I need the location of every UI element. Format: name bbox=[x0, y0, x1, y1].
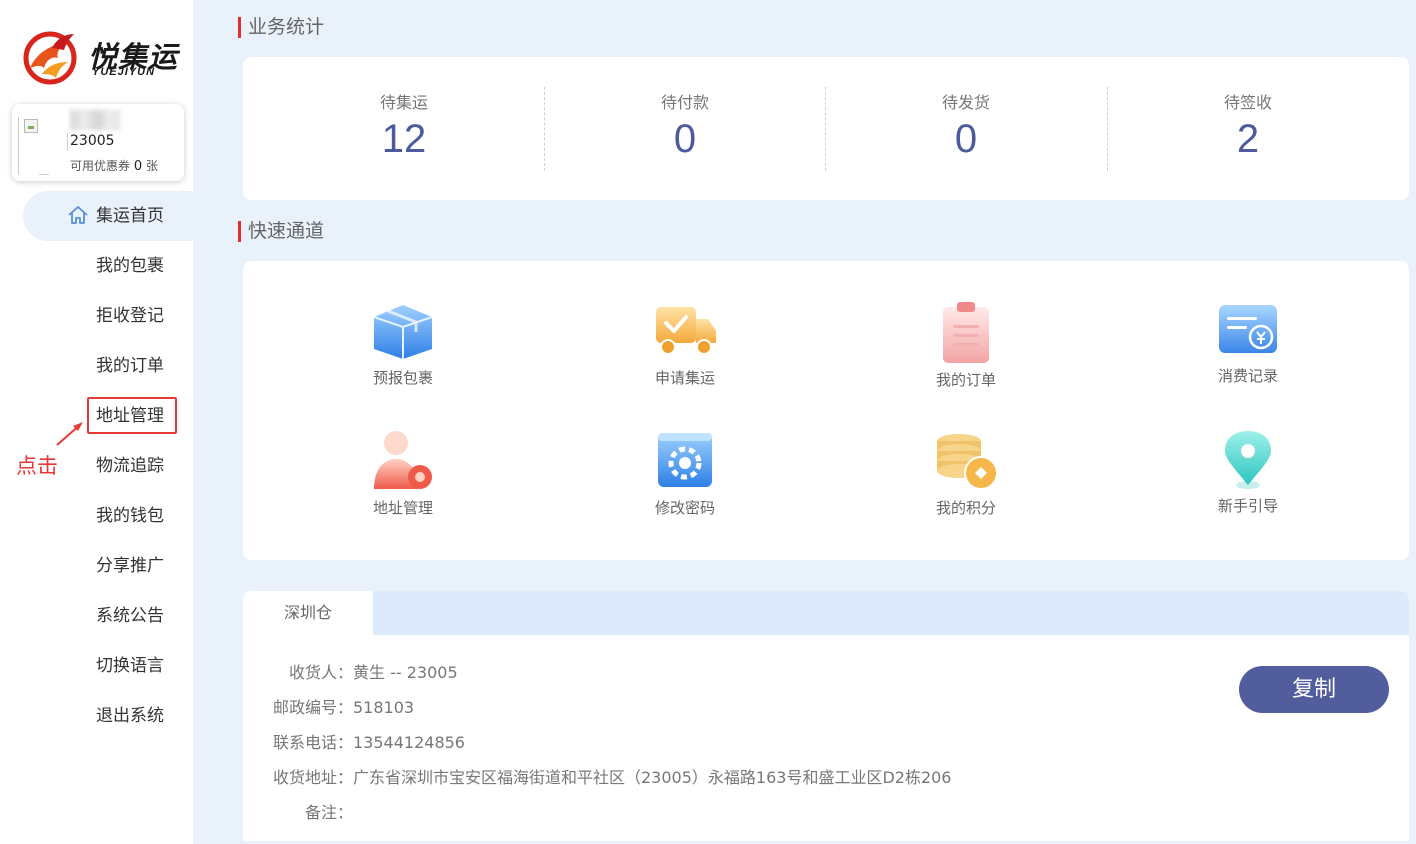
warehouse-card: 深圳仓 收货人：黄生 -- 23005 邮政编号：518103 联系电话：135… bbox=[243, 591, 1409, 841]
stat-value: 12 bbox=[381, 117, 427, 161]
location-pin-icon bbox=[1225, 431, 1271, 489]
quick-apply-consolidation[interactable]: 申请集运 bbox=[585, 299, 785, 409]
quick-my-orders[interactable]: 我的订单 bbox=[866, 299, 1066, 409]
click-annotation: 点击 bbox=[16, 454, 58, 478]
coupon-count: 0 bbox=[133, 159, 143, 174]
avatar[interactable] bbox=[18, 117, 72, 175]
quick-forecast-package[interactable]: 预报包裹 bbox=[303, 299, 503, 409]
sidebar-item-share[interactable]: 分享推广 bbox=[0, 541, 193, 591]
sidebar-item-label: 分享推广 bbox=[96, 556, 164, 576]
row-value: 13544124856 bbox=[353, 733, 465, 752]
username-redacted bbox=[70, 110, 120, 130]
row-value: 广东省深圳市宝安区福海街道和平社区（23005）永福路163号和盛工业区D2栋2… bbox=[353, 768, 952, 787]
row-postcode: 邮政编号：518103 bbox=[243, 694, 414, 718]
home-icon bbox=[68, 206, 88, 224]
row-value: 黄生 -- 23005 bbox=[353, 663, 458, 682]
stat-pending-shipment[interactable]: 待发货 0 bbox=[825, 57, 1107, 200]
quick-consumption-records[interactable]: 消费记录 bbox=[1148, 299, 1348, 409]
row-recipient: 收货人：黄生 -- 23005 bbox=[243, 659, 458, 683]
sidebar-item-label: 系统公告 bbox=[96, 606, 164, 626]
sidebar-item-label: 切换语言 bbox=[96, 656, 164, 676]
brand-logo[interactable]: 悦集运 YUEJIYUN bbox=[22, 28, 194, 86]
quick-label: 我的订单 bbox=[935, 371, 996, 389]
user-card: 23005 可用优惠券 0 张 bbox=[12, 104, 184, 181]
sidebar-item-announcements[interactable]: 系统公告 bbox=[0, 591, 193, 641]
stat-pending-payment[interactable]: 待付款 0 bbox=[544, 57, 826, 200]
gear-icon bbox=[658, 433, 712, 487]
stat-pending-receipt[interactable]: 待签收 2 bbox=[1107, 57, 1389, 200]
row-key: 联系电话： bbox=[272, 733, 353, 752]
sidebar-item-orders[interactable]: 我的订单 bbox=[0, 341, 193, 391]
sidebar-item-reject-register[interactable]: 拒收登记 bbox=[0, 291, 193, 341]
row-key: 邮政编号： bbox=[272, 698, 353, 717]
stat-pending-consolidation[interactable]: 待集运 12 bbox=[263, 57, 545, 200]
quick-label: 申请集运 bbox=[654, 369, 715, 387]
quick-address-management[interactable]: 地址管理 bbox=[303, 429, 503, 539]
sidebar-item-logout[interactable]: 退出系统 bbox=[0, 691, 193, 741]
sidebar-item-label: 拒收登记 bbox=[96, 306, 164, 326]
sidebar-item-label: 退出系统 bbox=[96, 706, 164, 726]
avatar-divider bbox=[39, 174, 49, 175]
row-address: 收货地址：广东省深圳市宝安区福海街道和平社区（23005）永福路163号和盛工业… bbox=[243, 764, 952, 788]
row-key: 收货人： bbox=[288, 663, 353, 682]
row-remark: 备注： bbox=[243, 799, 353, 823]
tab-shenzhen-warehouse[interactable]: 深圳仓 bbox=[243, 591, 373, 636]
package-icon bbox=[373, 305, 433, 359]
annotation-arrow-icon bbox=[56, 422, 83, 446]
row-key: 收货地址： bbox=[272, 768, 353, 787]
sidebar-item-wallet[interactable]: 我的钱包 bbox=[0, 491, 193, 541]
quick-label: 地址管理 bbox=[372, 499, 433, 517]
coupon-info: 可用优惠券 0 张 bbox=[70, 157, 158, 174]
sidebar-item-home[interactable]: 集运首页 bbox=[23, 191, 193, 241]
quick-access-card: 预报包裹 申请集运 我的订单 消费记录 地址管理 修改密码 我的积分 新手引导 bbox=[243, 261, 1409, 560]
truck-icon bbox=[656, 307, 716, 355]
warehouse-tabbar: 深圳仓 bbox=[243, 591, 1409, 636]
sidebar-item-label: 我的钱包 bbox=[96, 506, 164, 526]
stats-section-title: 业务统计 bbox=[238, 16, 324, 38]
clipboard-icon bbox=[943, 302, 989, 363]
sidebar-item-packages[interactable]: 我的包裹 bbox=[0, 241, 193, 291]
quick-label: 消费记录 bbox=[1217, 367, 1278, 385]
stat-value: 0 bbox=[673, 117, 697, 161]
stat-label: 待集运 bbox=[379, 93, 428, 112]
quick-section-title: 快速通道 bbox=[238, 220, 324, 242]
stat-value: 2 bbox=[1236, 117, 1260, 161]
copy-button[interactable]: 复制 bbox=[1239, 666, 1389, 713]
sidebar-item-label: 集运首页 bbox=[96, 206, 164, 226]
phoenix-logo-icon bbox=[23, 31, 77, 85]
sidebar-item-language[interactable]: 切换语言 bbox=[0, 641, 193, 691]
stat-label: 待签收 bbox=[1223, 93, 1272, 112]
highlight-box bbox=[87, 397, 177, 434]
quick-beginner-guide[interactable]: 新手引导 bbox=[1148, 429, 1348, 539]
row-phone: 联系电话：13544124856 bbox=[243, 729, 465, 753]
quick-change-password[interactable]: 修改密码 bbox=[585, 429, 785, 539]
user-id: 23005 bbox=[70, 133, 115, 149]
uid-divider bbox=[67, 133, 68, 151]
brand-subtitle: YUEJIYUN bbox=[92, 66, 156, 78]
coins-icon bbox=[937, 434, 998, 490]
quick-label: 修改密码 bbox=[654, 499, 715, 517]
sidebar-item-label: 我的包裹 bbox=[96, 256, 164, 276]
row-value: 518103 bbox=[353, 698, 415, 717]
coupon-prefix: 可用优惠券 bbox=[70, 159, 131, 173]
stat-label: 待付款 bbox=[660, 93, 709, 112]
quick-label: 新手引导 bbox=[1217, 497, 1278, 515]
stat-value: 0 bbox=[954, 117, 978, 161]
quick-label: 预报包裹 bbox=[372, 369, 433, 387]
sidebar-item-label: 物流追踪 bbox=[96, 456, 164, 476]
sidebar-item-label: 我的订单 bbox=[96, 356, 164, 376]
user-gear-icon bbox=[374, 431, 432, 489]
stat-label: 待发货 bbox=[941, 93, 990, 112]
stats-card: 待集运 12 待付款 0 待发货 0 待签收 2 bbox=[243, 57, 1409, 200]
quick-my-points[interactable]: 我的积分 bbox=[866, 429, 1066, 539]
row-key: 备注： bbox=[304, 803, 353, 822]
coupon-unit: 张 bbox=[145, 159, 158, 173]
broken-image-icon bbox=[24, 119, 38, 133]
card-icon bbox=[1219, 305, 1277, 353]
quick-label: 我的积分 bbox=[935, 499, 996, 517]
